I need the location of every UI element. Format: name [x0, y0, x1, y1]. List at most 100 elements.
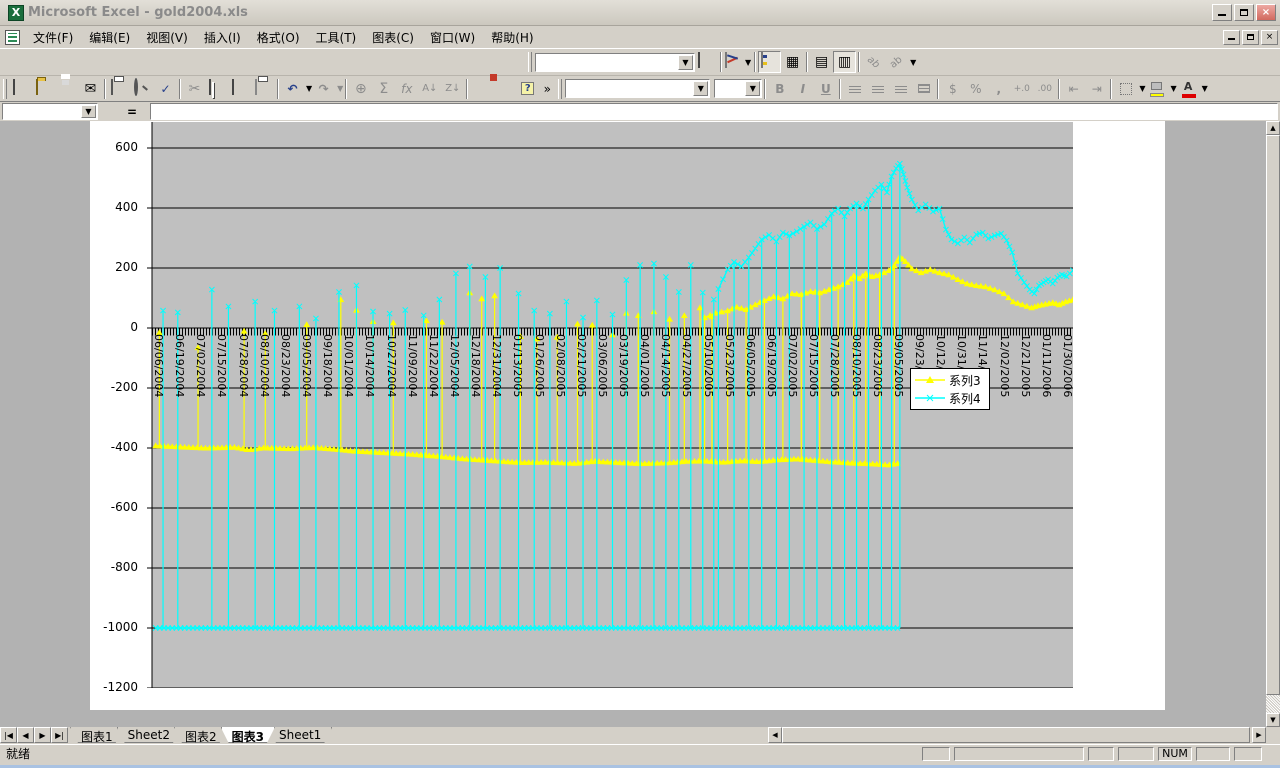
format-painter-button[interactable] [252, 78, 275, 100]
increase-decimal-button[interactable]: +.0 [1010, 78, 1033, 100]
toolbar-grip[interactable] [558, 79, 562, 99]
chevron-down-icon[interactable]: ▼ [745, 81, 760, 96]
function-wizard-button[interactable]: fx [395, 78, 418, 100]
menu-item-4[interactable]: 格式(O) [249, 26, 308, 49]
sort-descending-button[interactable]: Z↓ [441, 78, 464, 100]
font-size-combobox[interactable]: ▼ [714, 79, 762, 98]
merge-center-button[interactable] [912, 78, 935, 100]
decrease-indent-button[interactable]: ⇤ [1062, 78, 1085, 100]
increase-indent-button[interactable]: ⇥ [1085, 78, 1108, 100]
formula-input[interactable] [150, 103, 1278, 120]
next-sheet-button[interactable]: ▶ [34, 727, 51, 743]
open-button[interactable] [33, 78, 56, 100]
scroll-up-icon[interactable]: ▲ [1266, 121, 1280, 135]
close-button[interactable]: × [1256, 4, 1276, 21]
chart-wizard-button[interactable] [470, 78, 493, 100]
chart-objects-combobox[interactable]: ▼ [535, 53, 695, 72]
minimize-button[interactable] [1212, 4, 1232, 21]
by-row-button[interactable]: ▤ [810, 51, 833, 73]
font-color-button[interactable]: A [1177, 78, 1200, 100]
sort-ascending-button[interactable]: A↓ [418, 78, 441, 100]
restore-button[interactable] [1234, 4, 1254, 21]
sheet-tab-图表1[interactable]: 图表1 [70, 727, 124, 743]
scroll-left-icon[interactable]: ◀ [768, 727, 782, 743]
font-color-dropdown-icon[interactable]: ▼ [1202, 84, 1208, 93]
menu-item-0[interactable]: 文件(F) [25, 26, 81, 49]
doc-restore-button[interactable] [1242, 30, 1259, 45]
align-center-button[interactable] [866, 78, 889, 100]
new-button[interactable] [10, 78, 33, 100]
angle-text-down-button[interactable]: ab [862, 51, 885, 73]
chevron-down-icon[interactable]: ▼ [81, 105, 96, 118]
sheet-tab-图表3[interactable]: 图表3 [221, 727, 275, 743]
borders-button[interactable] [1114, 78, 1137, 100]
chart-type-button[interactable]: ▼ [724, 51, 752, 73]
by-column-button[interactable]: ▥ [833, 51, 856, 73]
last-sheet-button[interactable]: ▶| [51, 727, 68, 743]
fill-color-button[interactable] [1145, 78, 1168, 100]
angle-text-up-button[interactable]: ab [885, 51, 908, 73]
font-name-combobox[interactable]: ▼ [565, 79, 710, 98]
spelling-button[interactable]: ✓ [154, 78, 177, 100]
menu-item-3[interactable]: 插入(I) [196, 26, 249, 49]
legend-entry[interactable]: 系列4 [915, 389, 985, 407]
help-button[interactable]: ? [516, 78, 539, 100]
equals-button[interactable]: = [122, 104, 142, 119]
print-preview-button[interactable] [131, 78, 154, 100]
doc-close-button[interactable]: × [1261, 30, 1278, 45]
menu-item-7[interactable]: 窗口(W) [422, 26, 483, 49]
sheet-tab-图表2[interactable]: 图表2 [174, 727, 228, 743]
save-button[interactable] [56, 78, 79, 100]
legend-toggle-button[interactable] [758, 51, 781, 73]
toolbar-grip[interactable] [528, 52, 532, 72]
cut-button[interactable]: ✂ [183, 78, 206, 100]
horizontal-scroll-thumb[interactable] [782, 727, 1250, 743]
menu-item-6[interactable]: 图表(C) [364, 26, 422, 49]
undo-button[interactable]: ↶ [281, 78, 304, 100]
sheet-tab-Sheet2[interactable]: Sheet2 [117, 727, 181, 743]
more-buttons-chevron[interactable]: » [539, 78, 555, 100]
first-sheet-button[interactable]: |◀ [0, 727, 17, 743]
data-table-button[interactable]: ▦ [781, 51, 804, 73]
horizontal-scrollbar[interactable]: ◀ ▶ [768, 727, 1266, 743]
italic-button[interactable]: I [791, 78, 814, 100]
underline-button[interactable]: U [814, 78, 837, 100]
autosum-button[interactable]: Σ [372, 78, 395, 100]
prev-sheet-button[interactable]: ◀ [17, 727, 34, 743]
percent-button[interactable]: % [964, 78, 987, 100]
comma-button[interactable]: , [987, 78, 1010, 100]
name-box[interactable]: ▼ [2, 103, 98, 120]
align-right-button[interactable] [889, 78, 912, 100]
toolbar-options-icon[interactable]: ▼ [910, 58, 916, 67]
bold-button[interactable]: B [768, 78, 791, 100]
workbook-icon[interactable] [5, 30, 20, 45]
chevron-down-icon[interactable]: ▼ [693, 81, 708, 96]
map-button[interactable] [493, 78, 516, 100]
decrease-decimal-button[interactable]: .00 [1033, 78, 1056, 100]
menu-item-8[interactable]: 帮助(H) [483, 26, 541, 49]
doc-minimize-button[interactable] [1223, 30, 1240, 45]
scroll-right-icon[interactable]: ▶ [1252, 727, 1266, 743]
toolbar-grip[interactable] [3, 79, 7, 99]
sheet-tab-Sheet1[interactable]: Sheet1 [268, 727, 332, 743]
vertical-scrollbar[interactable]: ▲ ▼ [1266, 121, 1280, 727]
print-button[interactable] [108, 78, 131, 100]
menu-item-2[interactable]: 视图(V) [138, 26, 196, 49]
hyperlink-button[interactable]: ⊕ [349, 78, 372, 100]
menu-item-1[interactable]: 编辑(E) [81, 26, 138, 49]
currency-button[interactable]: $ [941, 78, 964, 100]
redo-button[interactable]: ↷ [312, 78, 335, 100]
scroll-down-icon[interactable]: ▼ [1266, 713, 1280, 727]
legend-entry[interactable]: 系列3 [915, 371, 985, 389]
chart-legend[interactable]: 系列3系列4 [910, 368, 990, 410]
paste-button[interactable] [229, 78, 252, 100]
copy-button[interactable] [206, 78, 229, 100]
mail-button[interactable]: ✉ [79, 78, 102, 100]
chevron-down-icon[interactable]: ▼ [678, 55, 693, 70]
menu-item-5[interactable]: 工具(T) [308, 26, 365, 49]
align-left-button[interactable] [843, 78, 866, 100]
format-selection-button[interactable] [695, 51, 718, 73]
vertical-scroll-thumb[interactable] [1266, 135, 1280, 695]
redo-dropdown-icon[interactable]: ▼ [337, 84, 343, 93]
chart-area[interactable]: 6004002000-200-400-600-800-1000-1200 06/… [90, 121, 1165, 710]
